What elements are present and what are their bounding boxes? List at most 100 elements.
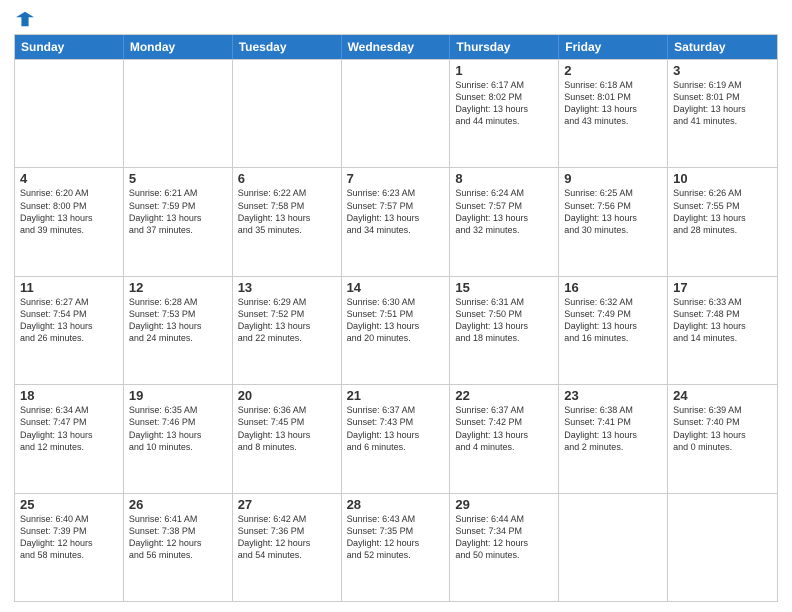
- calendar-row-1: 4Sunrise: 6:20 AM Sunset: 8:00 PM Daylig…: [15, 167, 777, 275]
- cal-cell: 6Sunrise: 6:22 AM Sunset: 7:58 PM Daylig…: [233, 168, 342, 275]
- day-number: 16: [564, 280, 662, 295]
- cal-cell: [124, 60, 233, 167]
- header-day-saturday: Saturday: [668, 35, 777, 59]
- day-info: Sunrise: 6:31 AM Sunset: 7:50 PM Dayligh…: [455, 296, 553, 345]
- cal-cell: 25Sunrise: 6:40 AM Sunset: 7:39 PM Dayli…: [15, 494, 124, 601]
- cal-cell: 3Sunrise: 6:19 AM Sunset: 8:01 PM Daylig…: [668, 60, 777, 167]
- day-number: 11: [20, 280, 118, 295]
- day-info: Sunrise: 6:35 AM Sunset: 7:46 PM Dayligh…: [129, 404, 227, 453]
- day-info: Sunrise: 6:39 AM Sunset: 7:40 PM Dayligh…: [673, 404, 772, 453]
- day-number: 7: [347, 171, 445, 186]
- header-day-sunday: Sunday: [15, 35, 124, 59]
- day-number: 23: [564, 388, 662, 403]
- day-info: Sunrise: 6:34 AM Sunset: 7:47 PM Dayligh…: [20, 404, 118, 453]
- cal-cell: 13Sunrise: 6:29 AM Sunset: 7:52 PM Dayli…: [233, 277, 342, 384]
- day-info: Sunrise: 6:36 AM Sunset: 7:45 PM Dayligh…: [238, 404, 336, 453]
- day-info: Sunrise: 6:40 AM Sunset: 7:39 PM Dayligh…: [20, 513, 118, 562]
- day-number: 3: [673, 63, 772, 78]
- cal-cell: 27Sunrise: 6:42 AM Sunset: 7:36 PM Dayli…: [233, 494, 342, 601]
- calendar: SundayMondayTuesdayWednesdayThursdayFrid…: [14, 34, 778, 602]
- calendar-row-2: 11Sunrise: 6:27 AM Sunset: 7:54 PM Dayli…: [15, 276, 777, 384]
- day-info: Sunrise: 6:37 AM Sunset: 7:43 PM Dayligh…: [347, 404, 445, 453]
- day-number: 6: [238, 171, 336, 186]
- cal-cell: 8Sunrise: 6:24 AM Sunset: 7:57 PM Daylig…: [450, 168, 559, 275]
- cal-cell: 20Sunrise: 6:36 AM Sunset: 7:45 PM Dayli…: [233, 385, 342, 492]
- day-number: 24: [673, 388, 772, 403]
- day-info: Sunrise: 6:23 AM Sunset: 7:57 PM Dayligh…: [347, 187, 445, 236]
- cal-cell: [559, 494, 668, 601]
- cal-cell: 9Sunrise: 6:25 AM Sunset: 7:56 PM Daylig…: [559, 168, 668, 275]
- day-number: 13: [238, 280, 336, 295]
- day-info: Sunrise: 6:28 AM Sunset: 7:53 PM Dayligh…: [129, 296, 227, 345]
- header-day-thursday: Thursday: [450, 35, 559, 59]
- day-info: Sunrise: 6:32 AM Sunset: 7:49 PM Dayligh…: [564, 296, 662, 345]
- day-info: Sunrise: 6:29 AM Sunset: 7:52 PM Dayligh…: [238, 296, 336, 345]
- day-number: 14: [347, 280, 445, 295]
- day-info: Sunrise: 6:38 AM Sunset: 7:41 PM Dayligh…: [564, 404, 662, 453]
- cal-cell: [233, 60, 342, 167]
- cal-cell: 16Sunrise: 6:32 AM Sunset: 7:49 PM Dayli…: [559, 277, 668, 384]
- calendar-row-0: 1Sunrise: 6:17 AM Sunset: 8:02 PM Daylig…: [15, 59, 777, 167]
- cal-cell: 29Sunrise: 6:44 AM Sunset: 7:34 PM Dayli…: [450, 494, 559, 601]
- day-number: 1: [455, 63, 553, 78]
- cal-cell: 15Sunrise: 6:31 AM Sunset: 7:50 PM Dayli…: [450, 277, 559, 384]
- cal-cell: [342, 60, 451, 167]
- cal-cell: 19Sunrise: 6:35 AM Sunset: 7:46 PM Dayli…: [124, 385, 233, 492]
- day-number: 5: [129, 171, 227, 186]
- cal-cell: 28Sunrise: 6:43 AM Sunset: 7:35 PM Dayli…: [342, 494, 451, 601]
- day-number: 28: [347, 497, 445, 512]
- cal-cell: 7Sunrise: 6:23 AM Sunset: 7:57 PM Daylig…: [342, 168, 451, 275]
- day-info: Sunrise: 6:33 AM Sunset: 7:48 PM Dayligh…: [673, 296, 772, 345]
- day-number: 2: [564, 63, 662, 78]
- day-number: 27: [238, 497, 336, 512]
- day-info: Sunrise: 6:22 AM Sunset: 7:58 PM Dayligh…: [238, 187, 336, 236]
- day-info: Sunrise: 6:37 AM Sunset: 7:42 PM Dayligh…: [455, 404, 553, 453]
- logo: [14, 10, 34, 28]
- logo-bird-icon: [16, 10, 34, 28]
- cal-cell: 5Sunrise: 6:21 AM Sunset: 7:59 PM Daylig…: [124, 168, 233, 275]
- cal-cell: 24Sunrise: 6:39 AM Sunset: 7:40 PM Dayli…: [668, 385, 777, 492]
- day-number: 8: [455, 171, 553, 186]
- day-number: 15: [455, 280, 553, 295]
- calendar-body: 1Sunrise: 6:17 AM Sunset: 8:02 PM Daylig…: [15, 59, 777, 601]
- cal-cell: 23Sunrise: 6:38 AM Sunset: 7:41 PM Dayli…: [559, 385, 668, 492]
- cal-cell: 4Sunrise: 6:20 AM Sunset: 8:00 PM Daylig…: [15, 168, 124, 275]
- header-day-wednesday: Wednesday: [342, 35, 451, 59]
- day-info: Sunrise: 6:42 AM Sunset: 7:36 PM Dayligh…: [238, 513, 336, 562]
- day-number: 18: [20, 388, 118, 403]
- day-number: 22: [455, 388, 553, 403]
- cal-cell: 10Sunrise: 6:26 AM Sunset: 7:55 PM Dayli…: [668, 168, 777, 275]
- cal-cell: 17Sunrise: 6:33 AM Sunset: 7:48 PM Dayli…: [668, 277, 777, 384]
- day-number: 9: [564, 171, 662, 186]
- day-number: 20: [238, 388, 336, 403]
- day-info: Sunrise: 6:44 AM Sunset: 7:34 PM Dayligh…: [455, 513, 553, 562]
- day-info: Sunrise: 6:24 AM Sunset: 7:57 PM Dayligh…: [455, 187, 553, 236]
- cal-cell: 21Sunrise: 6:37 AM Sunset: 7:43 PM Dayli…: [342, 385, 451, 492]
- cal-cell: 18Sunrise: 6:34 AM Sunset: 7:47 PM Dayli…: [15, 385, 124, 492]
- cal-cell: 26Sunrise: 6:41 AM Sunset: 7:38 PM Dayli…: [124, 494, 233, 601]
- header-day-monday: Monday: [124, 35, 233, 59]
- calendar-header: SundayMondayTuesdayWednesdayThursdayFrid…: [15, 35, 777, 59]
- cal-cell: 22Sunrise: 6:37 AM Sunset: 7:42 PM Dayli…: [450, 385, 559, 492]
- day-info: Sunrise: 6:43 AM Sunset: 7:35 PM Dayligh…: [347, 513, 445, 562]
- day-info: Sunrise: 6:18 AM Sunset: 8:01 PM Dayligh…: [564, 79, 662, 128]
- day-number: 12: [129, 280, 227, 295]
- day-number: 21: [347, 388, 445, 403]
- day-info: Sunrise: 6:20 AM Sunset: 8:00 PM Dayligh…: [20, 187, 118, 236]
- day-info: Sunrise: 6:19 AM Sunset: 8:01 PM Dayligh…: [673, 79, 772, 128]
- cal-cell: 11Sunrise: 6:27 AM Sunset: 7:54 PM Dayli…: [15, 277, 124, 384]
- day-number: 17: [673, 280, 772, 295]
- header-day-tuesday: Tuesday: [233, 35, 342, 59]
- day-info: Sunrise: 6:21 AM Sunset: 7:59 PM Dayligh…: [129, 187, 227, 236]
- page: SundayMondayTuesdayWednesdayThursdayFrid…: [0, 0, 792, 612]
- cal-cell: 2Sunrise: 6:18 AM Sunset: 8:01 PM Daylig…: [559, 60, 668, 167]
- calendar-row-4: 25Sunrise: 6:40 AM Sunset: 7:39 PM Dayli…: [15, 493, 777, 601]
- day-info: Sunrise: 6:25 AM Sunset: 7:56 PM Dayligh…: [564, 187, 662, 236]
- day-number: 26: [129, 497, 227, 512]
- cal-cell: 12Sunrise: 6:28 AM Sunset: 7:53 PM Dayli…: [124, 277, 233, 384]
- day-info: Sunrise: 6:30 AM Sunset: 7:51 PM Dayligh…: [347, 296, 445, 345]
- cal-cell: 14Sunrise: 6:30 AM Sunset: 7:51 PM Dayli…: [342, 277, 451, 384]
- cal-cell: [15, 60, 124, 167]
- day-number: 4: [20, 171, 118, 186]
- cal-cell: 1Sunrise: 6:17 AM Sunset: 8:02 PM Daylig…: [450, 60, 559, 167]
